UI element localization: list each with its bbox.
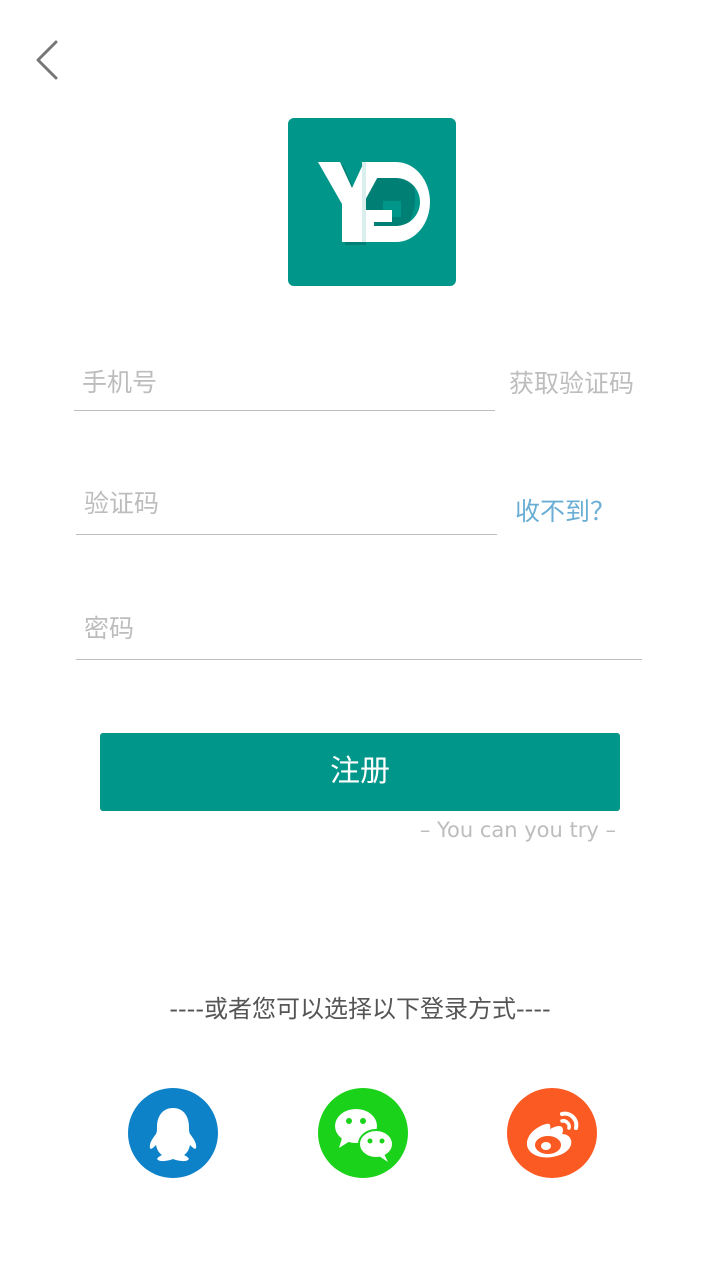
wechat-icon: [318, 1088, 408, 1178]
back-button[interactable]: [28, 36, 72, 84]
qq-login-button[interactable]: [128, 1088, 218, 1178]
phone-input[interactable]: 手机号: [82, 366, 157, 400]
password-input[interactable]: 密码: [84, 612, 134, 646]
get-code-button[interactable]: 获取验证码: [509, 367, 634, 401]
register-button[interactable]: 注册: [100, 733, 620, 811]
wechat-login-button[interactable]: [318, 1088, 408, 1178]
alt-login-divider: ----或者您可以选择以下登录方式----: [169, 995, 551, 1023]
code-input-underline: [76, 534, 497, 535]
code-input[interactable]: 验证码: [84, 487, 159, 521]
not-received-link[interactable]: 收不到？: [515, 495, 615, 529]
chevron-left-icon: [36, 40, 58, 80]
tagline: – You can you try –: [419, 818, 616, 842]
weibo-login-button[interactable]: [507, 1088, 597, 1178]
app-logo: [288, 118, 456, 286]
password-input-underline: [76, 659, 642, 660]
qq-icon: [128, 1088, 218, 1178]
phone-input-underline: [74, 410, 495, 411]
weibo-icon: [507, 1088, 597, 1178]
